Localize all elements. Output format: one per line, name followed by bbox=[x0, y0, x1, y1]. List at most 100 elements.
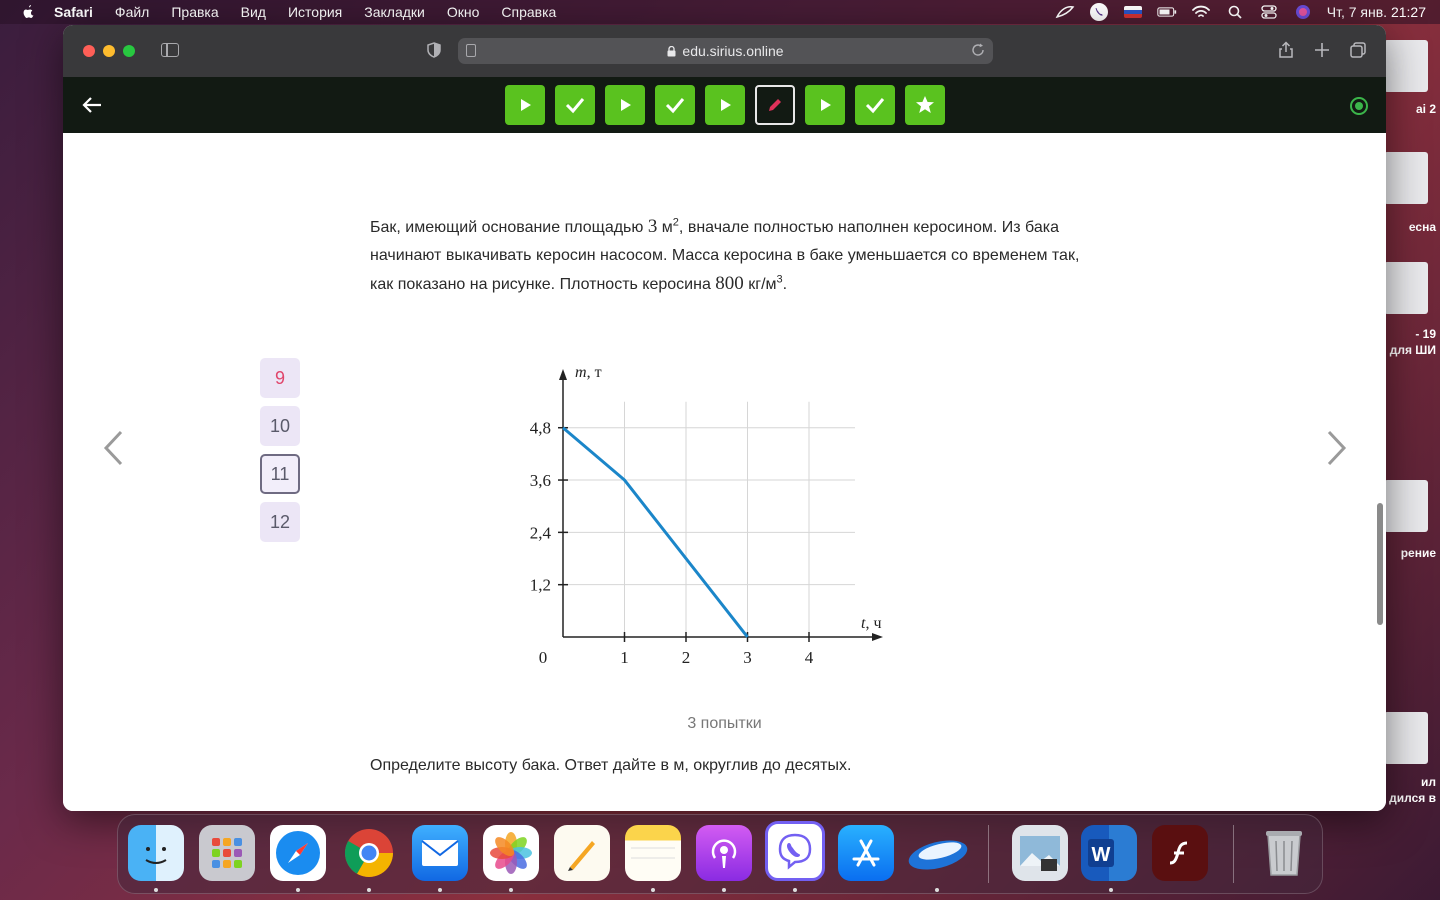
desktop-label-1[interactable]: ai 2 bbox=[1416, 102, 1436, 116]
menu-history[interactable]: История bbox=[288, 4, 342, 20]
desktop-file-icon[interactable] bbox=[1384, 480, 1428, 532]
dock-separator bbox=[1233, 825, 1234, 883]
step-5-play-button[interactable] bbox=[705, 85, 745, 125]
yandex-disk-icon[interactable] bbox=[906, 825, 970, 881]
question-item-11[interactable]: 11 bbox=[260, 454, 300, 494]
desktop-label-7[interactable]: дился в bbox=[1389, 791, 1436, 805]
step-8-check-button[interactable] bbox=[855, 85, 895, 125]
control-center-icon[interactable] bbox=[1259, 4, 1279, 20]
finder-icon[interactable] bbox=[128, 825, 184, 881]
wifi-icon[interactable] bbox=[1191, 4, 1211, 20]
mail-icon[interactable] bbox=[412, 825, 468, 881]
step-9-star-button[interactable] bbox=[905, 85, 945, 125]
star-icon bbox=[916, 96, 934, 113]
x-tick-label: 0 bbox=[539, 648, 548, 667]
viber-icon[interactable] bbox=[765, 821, 825, 881]
menu-view[interactable]: Вид bbox=[241, 4, 266, 20]
pencil-icon bbox=[769, 99, 781, 111]
chrome-running-dot bbox=[367, 888, 371, 892]
desktop-label-2[interactable]: есна bbox=[1409, 220, 1436, 234]
back-arrow-icon[interactable] bbox=[81, 94, 103, 116]
privacy-shield-icon[interactable] bbox=[427, 42, 441, 58]
app-store-icon[interactable] bbox=[838, 825, 894, 881]
menu-edit[interactable]: Правка bbox=[171, 4, 218, 20]
lock-icon bbox=[667, 45, 676, 56]
notes-icon[interactable] bbox=[625, 825, 681, 881]
podcasts-icon[interactable] bbox=[696, 825, 752, 881]
desktop-label-3[interactable]: - 19 bbox=[1415, 327, 1436, 341]
question-item-10[interactable]: 10 bbox=[260, 406, 300, 446]
step-3-play-button[interactable] bbox=[605, 85, 645, 125]
menu-app-name[interactable]: Safari bbox=[54, 4, 93, 20]
step-4-check-button[interactable] bbox=[655, 85, 695, 125]
step-list bbox=[505, 85, 945, 125]
safari-app-icon[interactable] bbox=[270, 825, 326, 881]
question-item-12[interactable]: 12 bbox=[260, 502, 300, 542]
url-text: edu.sirius.online bbox=[682, 43, 784, 59]
new-tab-icon[interactable] bbox=[1313, 41, 1331, 59]
step-6-pencil-button[interactable] bbox=[755, 85, 795, 125]
battery-icon[interactable] bbox=[1157, 4, 1177, 20]
reload-icon[interactable] bbox=[971, 43, 985, 57]
desktop-label-5[interactable]: рение bbox=[1401, 546, 1436, 560]
play-icon bbox=[821, 99, 831, 111]
previous-task-arrow-icon[interactable] bbox=[101, 428, 125, 468]
title-bar: edu.sirius.online bbox=[63, 25, 1386, 77]
desktop-label-4[interactable]: для ШИ bbox=[1390, 343, 1436, 357]
dock: W bbox=[117, 814, 1323, 894]
question-list: 9 10 11 12 bbox=[260, 358, 300, 542]
x-axis-arrow bbox=[872, 633, 883, 641]
pages-icon[interactable] bbox=[554, 825, 610, 881]
desktop-label-6[interactable]: ил bbox=[1421, 775, 1436, 789]
desktop-file-icon[interactable] bbox=[1384, 262, 1428, 314]
minimize-window-button[interactable] bbox=[103, 45, 115, 57]
safari-running-dot bbox=[296, 888, 300, 892]
zoom-window-button[interactable] bbox=[123, 45, 135, 57]
desktop-file-icon[interactable] bbox=[1384, 152, 1428, 204]
menubar-clock[interactable]: Чт, 7 янв. 21:27 bbox=[1327, 4, 1426, 20]
question-item-9[interactable]: 9 bbox=[260, 358, 300, 398]
sidebar-toggle-icon[interactable] bbox=[161, 43, 179, 57]
reader-icon[interactable] bbox=[466, 44, 476, 57]
close-window-button[interactable] bbox=[83, 45, 95, 57]
svg-text:W: W bbox=[1092, 844, 1111, 866]
chrome-icon[interactable] bbox=[341, 825, 397, 881]
menu-file[interactable]: Файл bbox=[115, 4, 149, 20]
spotlight-search-icon[interactable] bbox=[1225, 4, 1245, 20]
step-1-play-button[interactable] bbox=[505, 85, 545, 125]
problem-statement: Бак, имеющий основание площадью 3 м2, вн… bbox=[370, 213, 1090, 299]
russian-flag-icon[interactable] bbox=[1123, 4, 1143, 20]
word-icon[interactable]: W bbox=[1081, 825, 1137, 881]
check-icon bbox=[665, 98, 685, 114]
menu-bookmarks[interactable]: Закладки bbox=[364, 4, 425, 20]
density-unit: кг/м bbox=[743, 276, 777, 293]
step-2-check-button[interactable] bbox=[555, 85, 595, 125]
apple-logo-icon[interactable] bbox=[20, 4, 36, 20]
trash-icon[interactable] bbox=[1256, 825, 1312, 881]
launchpad-icon[interactable] bbox=[199, 825, 255, 881]
flash-player-icon[interactable] bbox=[1152, 825, 1208, 881]
desktop-file-icon[interactable] bbox=[1384, 712, 1428, 764]
tab-overview-icon[interactable] bbox=[1349, 41, 1367, 59]
step-7-play-button[interactable] bbox=[805, 85, 845, 125]
question-text: Определите высоту бака. Ответ дайте в м,… bbox=[370, 757, 852, 774]
share-icon[interactable] bbox=[1277, 41, 1295, 59]
feather-icon[interactable] bbox=[1055, 4, 1075, 20]
area-unit: м bbox=[657, 219, 673, 236]
area-value: 3 bbox=[647, 216, 658, 237]
page-scrollbar[interactable] bbox=[1377, 503, 1383, 625]
viber-status-icon[interactable] bbox=[1089, 3, 1109, 21]
menu-window[interactable]: Окно bbox=[447, 4, 480, 20]
desktop-file-icon[interactable] bbox=[1384, 40, 1428, 92]
preview-icon[interactable] bbox=[1012, 825, 1068, 881]
mail-running-dot bbox=[438, 888, 442, 892]
density-value: 800 bbox=[715, 273, 744, 294]
photos-icon[interactable] bbox=[483, 825, 539, 881]
address-bar[interactable]: edu.sirius.online bbox=[458, 38, 993, 64]
siri-icon[interactable] bbox=[1293, 4, 1313, 20]
next-task-arrow-icon[interactable] bbox=[1325, 428, 1349, 468]
y-axis-arrow bbox=[559, 369, 567, 380]
attempts-counter: 3 попытки bbox=[687, 715, 762, 732]
status-ring-icon[interactable] bbox=[1350, 97, 1368, 115]
menu-help[interactable]: Справка bbox=[501, 4, 556, 20]
